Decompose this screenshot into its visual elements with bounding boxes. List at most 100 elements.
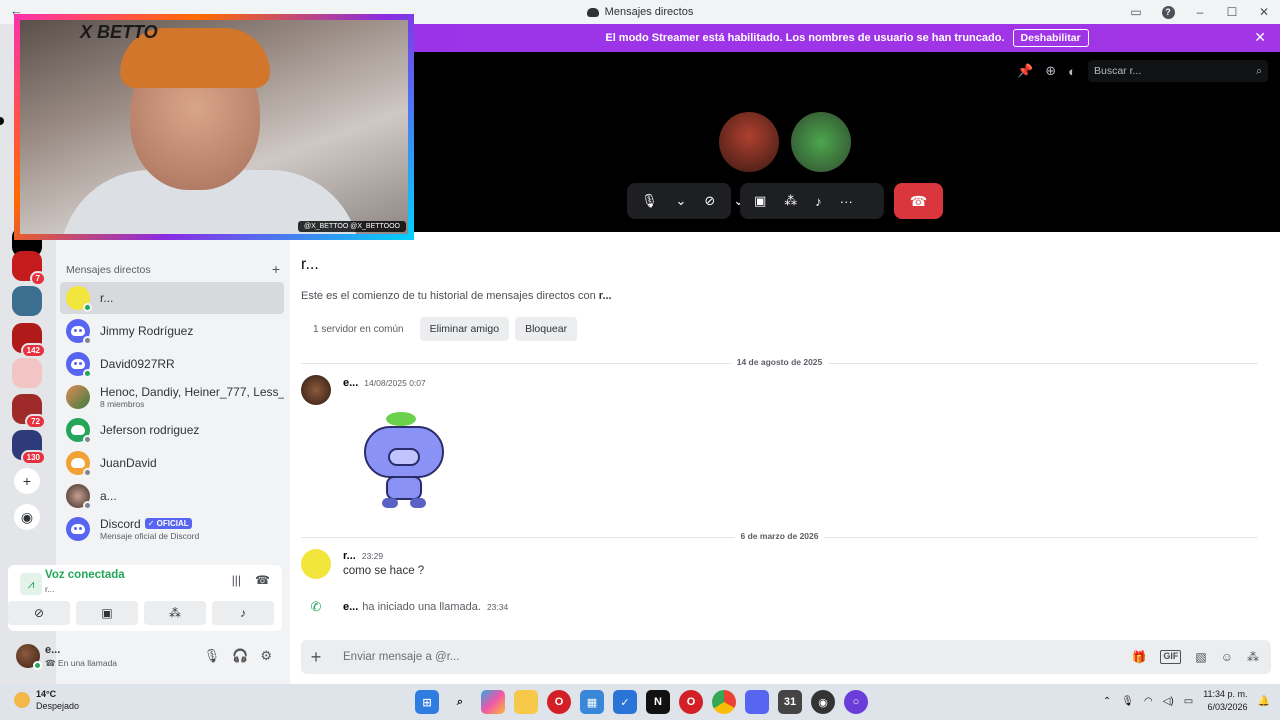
chrome-icon[interactable]: [712, 690, 736, 714]
dm-item[interactable]: Discord ✓ OFICIAL Mensaje oficial de Disc…: [60, 513, 284, 545]
soundboard-button[interactable]: ♪: [212, 601, 274, 625]
gif-icon[interactable]: GIF: [1160, 650, 1182, 664]
dm-item[interactable]: Henoc, Dandiy, Heiner_777, Less_... 8 mi…: [60, 381, 284, 413]
assistant-icon[interactable]: ○: [844, 690, 868, 714]
avatar: [66, 352, 92, 378]
block-button[interactable]: Bloquear: [515, 317, 578, 341]
activities-icon[interactable]: ⁂: [784, 193, 797, 209]
todo-icon[interactable]: ✓: [613, 690, 637, 714]
search-icon: ⌕: [1256, 64, 1262, 77]
profile-icon[interactable]: ◐: [1068, 64, 1076, 79]
explore-icon[interactable]: ◉: [14, 504, 40, 530]
message-input[interactable]: Enviar mensaje a @r...: [343, 651, 1131, 663]
wifi-icon[interactable]: ◠: [1144, 696, 1153, 707]
obs-icon[interactable]: ◉: [811, 690, 835, 714]
sticker-icon[interactable]: ▧: [1195, 650, 1206, 664]
date-separator: 6 de marzo de 2026: [301, 531, 1258, 541]
headphones-icon[interactable]: 🎧: [232, 648, 248, 664]
pin-icon[interactable]: 📌: [1017, 63, 1033, 79]
notion-icon[interactable]: N: [646, 690, 670, 714]
message-header: e... 14/08/2025 0:07: [343, 377, 426, 389]
start-icon[interactable]: ⊞: [415, 690, 439, 714]
discord-logo-icon: [586, 7, 599, 17]
new-dm-icon[interactable]: +: [272, 262, 280, 276]
share-screen-button[interactable]: ▣: [76, 601, 138, 625]
date-separator: 14 de agosto de 2025: [301, 357, 1258, 367]
call-area: 📌 ⊕ ◐ Buscar r... ⌕ 🎙 ⌄ ⊘ ⌄ ▣ ⁂ ♪ ··· ☎: [414, 52, 1280, 232]
mic-camera-controls: 🎙 ⌄ ⊘ ⌄: [627, 183, 744, 219]
file-explorer-icon[interactable]: [514, 690, 538, 714]
close-window-icon[interactable]: ✕: [1248, 0, 1280, 24]
common-servers[interactable]: 1 servidor en común: [301, 324, 404, 335]
emoji-icon[interactable]: ☺: [1221, 650, 1233, 664]
server-icon[interactable]: [12, 286, 42, 316]
group-avatar: [66, 385, 90, 409]
server-icon[interactable]: 130: [12, 430, 46, 465]
dm-item[interactable]: Jeferson rodriguez: [60, 414, 284, 446]
chevron-down-icon[interactable]: ⌄: [676, 193, 687, 209]
dm-item[interactable]: Jimmy Rodríguez: [60, 315, 284, 347]
unread-badge: 142: [20, 343, 46, 358]
volume-icon[interactable]: ◁): [1163, 696, 1174, 707]
battery-icon[interactable]: ▭: [1184, 696, 1193, 707]
apps-icon[interactable]: ⁂: [1247, 650, 1259, 664]
discord-icon[interactable]: [745, 690, 769, 714]
add-server-icon[interactable]: +: [14, 468, 40, 494]
soundwave-icon[interactable]: |||: [232, 573, 241, 587]
avatar[interactable]: [301, 549, 331, 579]
attach-plus-icon[interactable]: +: [301, 647, 331, 668]
server-icon[interactable]: 142: [12, 323, 46, 358]
webcam-overlay: X BETTO @X_BETTOO @X_BETTOOO: [14, 14, 414, 240]
camera-off-button[interactable]: ⊘: [8, 601, 70, 625]
dm-item[interactable]: a...: [60, 480, 284, 512]
mic-icon[interactable]: 🎙: [204, 648, 221, 664]
remove-friend-button[interactable]: Eliminar amigo: [419, 317, 510, 341]
clock[interactable]: 11:34 p. m. 6/03/2026: [1203, 688, 1247, 714]
dm-item[interactable]: JuanDavid: [60, 447, 284, 479]
participant-avatar[interactable]: [791, 112, 851, 172]
help-icon[interactable]: ?: [1152, 0, 1184, 24]
settings-gear-icon[interactable]: ⚙: [260, 648, 272, 664]
chevron-up-icon[interactable]: ⌃: [1103, 696, 1111, 707]
share-screen-icon[interactable]: ▣: [754, 193, 766, 209]
mic-icon[interactable]: 🎙: [1121, 696, 1134, 707]
dm-item[interactable]: r...: [60, 282, 284, 314]
wumpus-sticker[interactable]: [358, 412, 450, 512]
opera-icon[interactable]: O: [547, 690, 571, 714]
server-icon[interactable]: [12, 358, 42, 388]
gift-icon[interactable]: 🎁: [1131, 650, 1146, 664]
server-icon[interactable]: 7: [12, 251, 46, 286]
soundboard-icon[interactable]: ♪: [815, 194, 822, 209]
close-banner-icon[interactable]: ✕: [1254, 29, 1266, 46]
notification-bell-icon[interactable]: 🔔: [1258, 696, 1270, 707]
hang-up-button[interactable]: ☎: [894, 183, 943, 219]
avatar[interactable]: [301, 375, 331, 405]
minimize-icon[interactable]: –: [1184, 0, 1216, 24]
search-input[interactable]: Buscar r... ⌕: [1088, 60, 1268, 82]
dm-item[interactable]: David0927RR: [60, 348, 284, 380]
avatar: [66, 517, 90, 541]
chat-header: r...: [301, 256, 319, 273]
add-friend-icon[interactable]: ⊕: [1045, 63, 1056, 79]
store-icon[interactable]: ▦: [580, 690, 604, 714]
search-icon[interactable]: ⌕: [448, 690, 472, 714]
stream-logo: X BETTO: [80, 22, 158, 42]
disable-streamer-button[interactable]: Deshabilitar: [1012, 29, 1089, 47]
mic-icon[interactable]: 🎙: [641, 193, 658, 209]
avatar[interactable]: [16, 644, 42, 670]
message-composer[interactable]: + Enviar mensaje a @r... 🎁 GIF ▧ ☺ ⁂: [301, 640, 1271, 674]
maximize-icon[interactable]: ☐: [1216, 0, 1248, 24]
disconnect-icon[interactable]: ☎: [255, 573, 270, 587]
opera-gx-icon[interactable]: O: [679, 690, 703, 714]
banner-text: El modo Streamer está habilitado. Los no…: [605, 32, 1005, 44]
calendar-icon[interactable]: 31: [778, 690, 802, 714]
unread-badge: 72: [25, 414, 46, 429]
participant-avatar[interactable]: [719, 112, 779, 172]
server-icon[interactable]: 72: [12, 394, 46, 429]
inbox-icon[interactable]: ▭: [1120, 0, 1152, 24]
more-icon[interactable]: ···: [840, 194, 853, 209]
weather-widget[interactable]: 14°C Despejado: [14, 688, 79, 712]
camera-off-icon[interactable]: ⊘: [704, 193, 715, 209]
copilot-icon[interactable]: [481, 690, 505, 714]
activities-button[interactable]: ⁂: [144, 601, 206, 625]
